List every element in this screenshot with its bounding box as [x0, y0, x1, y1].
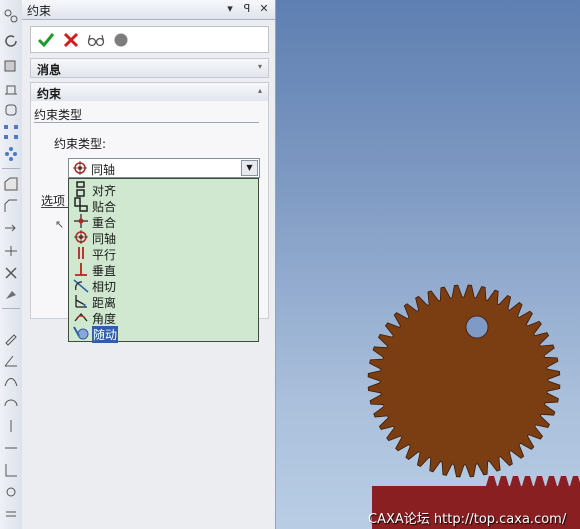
angle-icon	[73, 309, 89, 325]
pin-icon[interactable]: ꟼ	[240, 2, 254, 16]
small-arrow-icon: ↖	[55, 218, 65, 231]
option-align[interactable]: 对齐	[69, 181, 258, 198]
option-parallel[interactable]: 平行	[69, 245, 258, 262]
rack-tooth	[534, 476, 545, 486]
section-constraint-label: 约束	[37, 87, 62, 101]
perpendicular-icon	[73, 261, 89, 277]
toolbar-extrude-icon[interactable]	[3, 80, 19, 96]
x-icon	[63, 32, 79, 48]
dropdown-icon[interactable]: ▾	[223, 2, 237, 16]
viewport-3d[interactable]: CAXA论坛 http://top.caxa.com/	[276, 0, 580, 529]
toolbar-rotate-icon[interactable]	[3, 33, 19, 49]
toolbar-fill-icon[interactable]	[3, 287, 19, 303]
options-divider	[41, 207, 69, 208]
rack-tooth	[486, 476, 497, 486]
follow-icon	[73, 325, 89, 341]
section-messages[interactable]: 消息 ▾	[30, 58, 269, 78]
section-constraint[interactable]: 约束 ▴	[30, 82, 269, 102]
constraint-type-label: 约束类型:	[54, 137, 107, 151]
toolbar-line-arrow-icon[interactable]	[3, 220, 19, 236]
option-tangent[interactable]: 相切	[69, 277, 258, 294]
option-angle[interactable]: 角度	[69, 309, 258, 326]
mate-icon	[73, 197, 89, 213]
toolbar-arc-icon[interactable]	[3, 396, 19, 412]
toolbar-cut-icon[interactable]	[3, 265, 19, 281]
toolbar-vline-icon[interactable]	[3, 418, 19, 434]
ok-button[interactable]	[37, 31, 55, 49]
constraint-type-group-title: 约束类型	[34, 108, 83, 122]
chevron-down-icon: ▾	[257, 62, 262, 71]
toolbar-pattern-icon[interactable]	[3, 124, 19, 140]
toolbar-hline-icon[interactable]	[3, 440, 19, 456]
rack-tooth	[546, 476, 557, 486]
toolbar-circles-icon[interactable]	[3, 8, 19, 24]
panel-titlebar: 约束 ▾ ꟼ ✕	[22, 0, 275, 20]
close-icon[interactable]: ✕	[257, 2, 271, 16]
toolbar-corner-icon[interactable]	[3, 462, 19, 478]
chevron-up-icon: ▴	[257, 86, 262, 95]
left-toolbar	[0, 0, 23, 529]
toolbar-array-icon[interactable]	[3, 146, 19, 162]
rack-tooth	[522, 476, 533, 486]
rack-tooth	[558, 476, 569, 486]
gear-bore	[465, 315, 489, 339]
rack-tooth	[510, 476, 521, 486]
constraint-type-value: 同轴	[91, 163, 116, 177]
rack-tooth	[570, 476, 580, 486]
toolbar-curve-icon[interactable]	[3, 374, 19, 390]
option-perpendicular[interactable]: 垂直	[69, 261, 258, 278]
constraint-type-dropdown[interactable]: 对齐 贴合 重合 同轴 平行 垂直 相切 距离 角度 随动	[68, 178, 259, 343]
option-coincident[interactable]: 重合	[69, 213, 258, 230]
toolbar-pencil-icon[interactable]	[3, 330, 19, 346]
rack-teeth	[486, 476, 580, 486]
option-follow[interactable]: 随动	[69, 325, 258, 343]
option-label: 随动	[92, 326, 119, 343]
distance-icon	[73, 293, 89, 309]
check-icon	[37, 33, 55, 48]
concentric-icon	[72, 160, 88, 176]
toolbar-shell-icon[interactable]	[3, 102, 19, 118]
toolbar-chamfer-icon[interactable]	[3, 198, 19, 214]
dot-icon	[114, 33, 128, 47]
glasses-icon	[87, 34, 105, 47]
align-icon	[73, 181, 89, 197]
panel-title: 约束	[27, 4, 52, 18]
concentric-icon	[73, 229, 89, 245]
action-bar	[30, 26, 269, 53]
chevron-down-icon[interactable]: ▼	[241, 160, 258, 176]
constraint-type-select[interactable]: 同轴 ▼	[68, 158, 260, 178]
parallel-icon	[73, 245, 89, 261]
option-mate[interactable]: 贴合	[69, 197, 258, 214]
group-divider	[34, 122, 259, 123]
record-button[interactable]	[112, 31, 130, 49]
cancel-button[interactable]	[62, 31, 80, 49]
coincident-icon	[73, 213, 89, 229]
toolbar-node-icon[interactable]	[3, 484, 19, 500]
toolbar-face-icon[interactable]	[3, 176, 19, 192]
preview-button[interactable]	[87, 31, 105, 49]
watermark: CAXA论坛 http://top.caxa.com/	[368, 512, 567, 527]
option-concentric[interactable]: 同轴	[69, 229, 258, 246]
section-messages-label: 消息	[37, 63, 62, 77]
tangent-icon	[73, 277, 89, 293]
toolbar-box-icon[interactable]	[3, 57, 19, 73]
option-distance[interactable]: 距离	[69, 293, 258, 310]
toolbar-equal-icon[interactable]	[3, 506, 19, 522]
rack-tooth	[498, 476, 509, 486]
toolbar-angle-icon[interactable]	[3, 352, 19, 368]
toolbar-split-icon[interactable]	[3, 243, 19, 259]
scene-canvas	[367, 284, 580, 529]
gear	[367, 284, 561, 478]
